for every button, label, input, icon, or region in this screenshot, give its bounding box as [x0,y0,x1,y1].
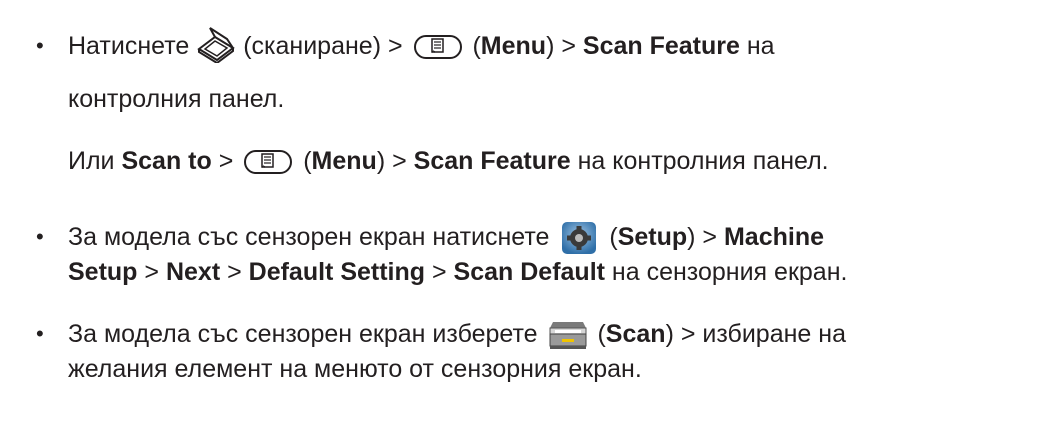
setup-label: Setup [68,258,138,286]
instruction-line: Setup > Next > Default Setting > Scan De… [68,257,847,287]
instruction-text: Натиснете [68,32,197,60]
scan-to-label: Scan to [121,147,212,175]
instruction-text: > [425,258,454,286]
bullet-marker: • [36,224,44,249]
svg-text:*: * [432,49,435,56]
instruction-text: на сензорния екран. [604,258,848,286]
bullet-marker: • [36,321,44,346]
instruction-text: Или [68,147,122,175]
instruction-text: желания елемент на менюто от сензорния е… [68,355,642,383]
instruction-text: ) > [687,223,724,251]
scan-feature-label: Scan Feature [582,32,740,60]
instruction-text: контролния панел. [68,85,285,113]
instruction-text: ) > избиране на [665,320,846,348]
instruction-text: ( [597,320,606,348]
svg-text:*: * [262,164,265,171]
instruction-text: ) > [376,147,414,175]
scanner-outline-icon [196,25,236,65]
instruction-text: ) > [546,32,583,60]
scan-label: Scan [605,320,666,348]
menu-label: Menu [311,147,377,175]
instruction-text: ( [472,32,481,60]
instruction-text: на контролния панел. [570,147,829,175]
instruction-text: > [220,258,249,286]
scan-feature-label: Scan Feature [413,147,571,175]
scan-default-label: Scan Default [453,258,605,286]
instruction-text: За модела със сензорен екран натиснете [68,223,557,251]
menu-key-icon: * [413,35,462,60]
instruction-line: Или Scan to > * (Menu) > Scan Feature на… [68,146,829,176]
instruction-line: Натиснете (сканиране) > * (Menu) > Scan … [68,27,775,65]
default-setting-label: Default Setting [248,258,426,286]
bullet-marker: • [36,33,44,58]
instruction-text: ( [609,223,618,251]
setup-label: Setup [617,223,688,251]
menu-label: Menu [480,32,547,60]
next-label: Next [165,258,221,286]
instruction-text: > [137,258,166,286]
instruction-line: За модела със сензорен екран натиснете (… [68,222,824,255]
instruction-text: ( [303,147,312,175]
instruction-text: на [739,32,775,60]
instruction-text: За модела със сензорен екран изберете [68,320,545,348]
instruction-line: За модела със сензорен екран изберете (S… [68,319,846,350]
instruction-line: контролния панел. [68,84,284,114]
instruction-text: (сканиране) > [243,32,410,60]
instruction-text: > [211,147,241,175]
gear-icon [562,222,597,255]
menu-key-icon: * [244,150,293,175]
machine-label: Machine [723,223,824,251]
instruction-line: желания елемент на менюто от сензорния е… [68,354,642,384]
flatbed-scanner-icon [549,320,587,350]
